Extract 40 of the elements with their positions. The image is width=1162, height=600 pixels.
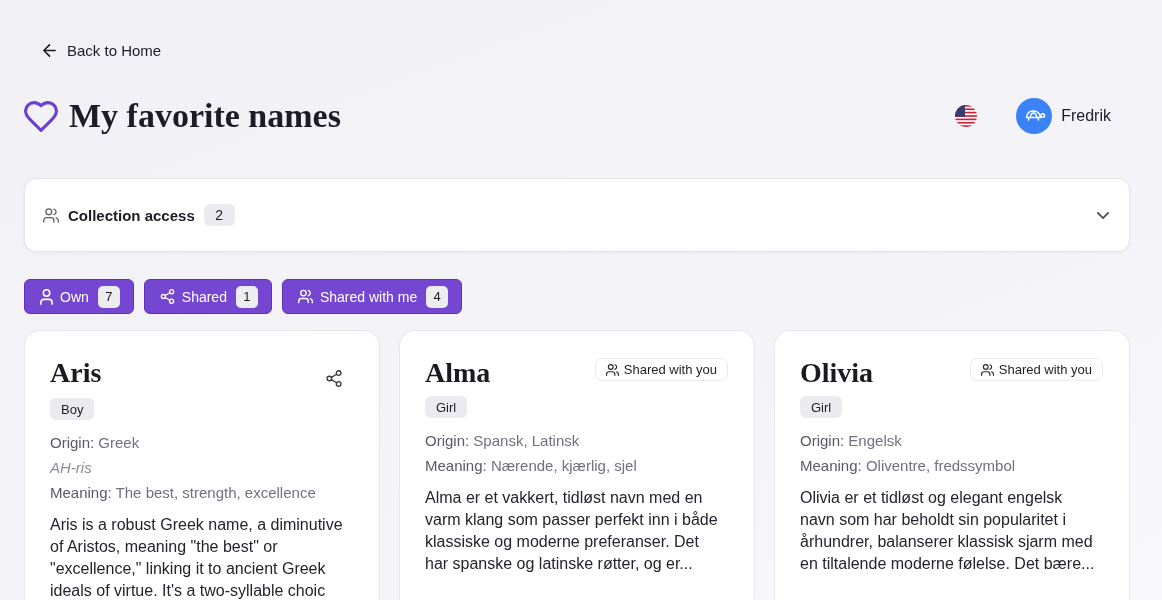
filter-button[interactable]: Own 7 (24, 279, 134, 314)
users-icon (43, 207, 59, 223)
back-link[interactable]: Back to Home (43, 38, 162, 62)
name-title: Alma (425, 356, 491, 390)
users-icon (980, 363, 994, 376)
user-icon (40, 288, 53, 305)
users-icon (297, 289, 313, 304)
flag-icon[interactable] (955, 105, 978, 127)
count-badge: 2 (203, 204, 235, 226)
filter-button[interactable]: Shared 1 (143, 279, 272, 314)
user-menu-button[interactable]: Fredrik (1016, 98, 1111, 134)
name-title: Olivia (800, 356, 874, 390)
origin-text: Origin: Engelsk (800, 431, 903, 451)
share-icon (326, 369, 342, 387)
tag-label: Shared with you (623, 362, 717, 377)
users-icon (605, 363, 619, 376)
filter-button[interactable]: Shared with me 4 (281, 279, 463, 314)
count-badge: 1 (235, 285, 258, 308)
pronunciation-text: AH-ris (50, 458, 93, 478)
description-text: Aris is a robust Greek name, a diminutive of Aristos, meaning "the best" or "excellence," linking it to ancient Greek ideals of virtue. It's a two-syllable choic (50, 515, 344, 600)
gender-tag: Girl (800, 396, 843, 418)
origin-text: Origin: Greek (50, 433, 141, 453)
origin-text: Origin: Spansk, Latinsk (425, 431, 581, 451)
name-title: Aris (50, 356, 102, 390)
gender-tag: Boy (50, 398, 95, 420)
heart-icon (24, 100, 58, 132)
description-text: Alma er et vakkert, tidløst navn med en varm klang som passer perfekt inn i både klassiske og moderne preferanser. Det har spanske og latinske røtter, og er... (425, 488, 719, 574)
count-badge: 7 (97, 285, 120, 308)
turtle-avatar-icon (1016, 98, 1053, 134)
meaning-text: Meaning: Oliventre, fredssymbol (800, 456, 1017, 476)
collection-access-toggle[interactable]: Collection access 2 (24, 178, 1130, 252)
tag-label: Shared with you (998, 362, 1092, 377)
meaning-text: Meaning: Nærende, kjærlig, sjel (425, 456, 638, 476)
gender-tag: Girl (425, 396, 468, 418)
count-badge: 4 (426, 285, 449, 308)
share-icon (159, 289, 175, 304)
page-title: My favorite names (69, 96, 341, 136)
description-text: Olivia er et tidløst og elegant engelsk navn som har beholdt sin popularitet i århundrer, balanserer klassisk sjarm med en tiltalende moderne følelse. Det bære... (800, 488, 1096, 574)
arrow-left-icon (43, 43, 56, 57)
meaning-text: Meaning: The best, strength, excellence (50, 483, 317, 503)
